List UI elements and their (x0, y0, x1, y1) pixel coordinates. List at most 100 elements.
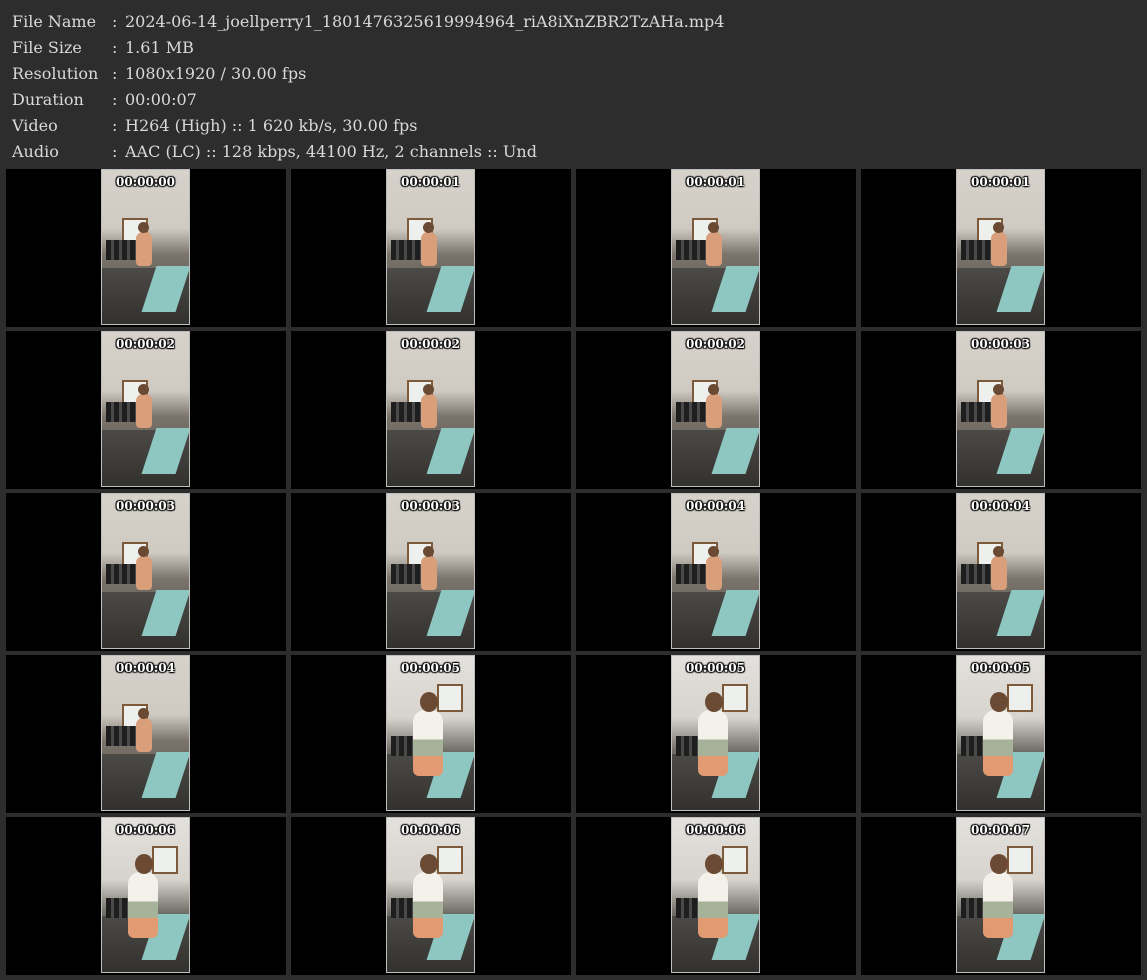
scene-window (722, 684, 748, 712)
frame-timestamp: 00:00:04 (971, 499, 1030, 513)
frame-cell[interactable]: 00:00:07 (861, 817, 1141, 975)
info-key: Audio (12, 141, 59, 161)
frame-cell[interactable]: 00:00:01 (291, 169, 571, 327)
info-separator: : (112, 37, 118, 57)
scene-person (136, 222, 152, 266)
scene-person (136, 546, 152, 590)
frame-cell[interactable]: 00:00:06 (291, 817, 571, 975)
info-value: 1.61 MB (125, 37, 194, 57)
info-separator: : (112, 141, 118, 161)
scene-person (413, 854, 443, 938)
frame-timestamp: 00:00:06 (686, 823, 745, 837)
frame-thumbnail: 00:00:04 (671, 493, 760, 649)
frame-cell[interactable]: 00:00:06 (6, 817, 286, 975)
scene-person (698, 692, 728, 776)
frame-thumbnail: 00:00:03 (956, 331, 1045, 487)
frame-timestamp: 00:00:06 (401, 823, 460, 837)
info-value: 00:00:07 (125, 89, 197, 109)
scene-window (152, 846, 178, 874)
frame-timestamp: 00:00:06 (116, 823, 175, 837)
frame-thumbnail: 00:00:01 (386, 169, 475, 325)
frame-cell[interactable]: 00:00:06 (576, 817, 856, 975)
frame-thumbnail: 00:00:00 (101, 169, 190, 325)
frame-cell[interactable]: 00:00:01 (861, 169, 1141, 327)
info-key: Video (12, 115, 58, 135)
info-row-duration: Duration : 00:00:07 (12, 86, 1132, 112)
frame-cell[interactable]: 00:00:03 (861, 331, 1141, 489)
info-key: Resolution (12, 63, 99, 83)
scene-person (136, 384, 152, 428)
scene-person (698, 854, 728, 938)
frame-thumbnail: 00:00:05 (956, 655, 1045, 811)
info-row-audio: Audio : AAC (LC) :: 128 kbps, 44100 Hz, … (12, 138, 1132, 164)
scene-person (421, 546, 437, 590)
frame-cell[interactable]: 00:00:00 (6, 169, 286, 327)
frame-cell[interactable]: 00:00:04 (6, 655, 286, 813)
frame-timestamp: 00:00:03 (401, 499, 460, 513)
frame-cell[interactable]: 00:00:01 (576, 169, 856, 327)
info-value: 1080x1920 / 30.00 fps (125, 63, 307, 83)
info-separator: : (112, 63, 118, 83)
scene-person (983, 692, 1013, 776)
frame-thumbnail: 00:00:06 (671, 817, 760, 973)
info-row-file-size: File Size : 1.61 MB (12, 34, 1132, 60)
frame-cell[interactable]: 00:00:05 (576, 655, 856, 813)
frame-timestamp: 00:00:02 (116, 337, 175, 351)
info-value: AAC (LC) :: 128 kbps, 44100 Hz, 2 channe… (125, 141, 537, 161)
file-info-panel: File Name : 2024-06-14_joellperry1_18014… (12, 8, 1132, 164)
scene-person (128, 854, 158, 938)
frame-cell[interactable]: 00:00:02 (576, 331, 856, 489)
scene-window (722, 846, 748, 874)
frame-cell[interactable]: 00:00:05 (861, 655, 1141, 813)
frame-timestamp: 00:00:04 (686, 499, 745, 513)
frame-cell[interactable]: 00:00:04 (861, 493, 1141, 651)
frame-thumbnail: 00:00:03 (386, 493, 475, 649)
scene-person (991, 222, 1007, 266)
frame-timestamp: 00:00:05 (686, 661, 745, 675)
scene-person (706, 384, 722, 428)
frame-timestamp: 00:00:02 (401, 337, 460, 351)
info-key: Duration (12, 89, 84, 109)
frame-timestamp: 00:00:01 (971, 175, 1030, 189)
scene-person (706, 222, 722, 266)
scene-window (1007, 846, 1033, 874)
frame-thumbnail: 00:00:01 (956, 169, 1045, 325)
info-row-video: Video : H264 (High) :: 1 620 kb/s, 30.00… (12, 112, 1132, 138)
info-key: File Size (12, 37, 82, 57)
frame-timestamp: 00:00:00 (116, 175, 175, 189)
frame-timestamp: 00:00:03 (971, 337, 1030, 351)
frame-timestamp: 00:00:01 (401, 175, 460, 189)
info-separator: : (112, 11, 118, 31)
frame-cell[interactable]: 00:00:02 (6, 331, 286, 489)
info-row-file-name: File Name : 2024-06-14_joellperry1_18014… (12, 8, 1132, 34)
scene-person (991, 546, 1007, 590)
frame-thumbnail: 00:00:01 (671, 169, 760, 325)
info-separator: : (112, 115, 118, 135)
scene-person (983, 854, 1013, 938)
frame-cell[interactable]: 00:00:02 (291, 331, 571, 489)
frame-cell[interactable]: 00:00:05 (291, 655, 571, 813)
scene-person (706, 546, 722, 590)
scene-window (437, 846, 463, 874)
scene-person (136, 708, 152, 752)
thumbnail-grid: 00:00:00 00:00:01 00:00:01 00:00:01 00:00:02… (6, 169, 1146, 975)
frame-cell[interactable]: 00:00:04 (576, 493, 856, 651)
frame-thumbnail: 00:00:04 (101, 655, 190, 811)
frame-cell[interactable]: 00:00:03 (6, 493, 286, 651)
frame-thumbnail: 00:00:05 (671, 655, 760, 811)
frame-timestamp: 00:00:02 (686, 337, 745, 351)
frame-timestamp: 00:00:01 (686, 175, 745, 189)
frame-thumbnail: 00:00:03 (101, 493, 190, 649)
frame-thumbnail: 00:00:02 (386, 331, 475, 487)
info-value: H264 (High) :: 1 620 kb/s, 30.00 fps (125, 115, 418, 135)
scene-window (437, 684, 463, 712)
frame-thumbnail: 00:00:06 (386, 817, 475, 973)
frame-thumbnail: 00:00:06 (101, 817, 190, 973)
frame-timestamp: 00:00:04 (116, 661, 175, 675)
frame-cell[interactable]: 00:00:03 (291, 493, 571, 651)
frame-timestamp: 00:00:03 (116, 499, 175, 513)
frame-thumbnail: 00:00:05 (386, 655, 475, 811)
scene-person (413, 692, 443, 776)
frame-thumbnail: 00:00:07 (956, 817, 1045, 973)
info-key: File Name (12, 11, 97, 31)
